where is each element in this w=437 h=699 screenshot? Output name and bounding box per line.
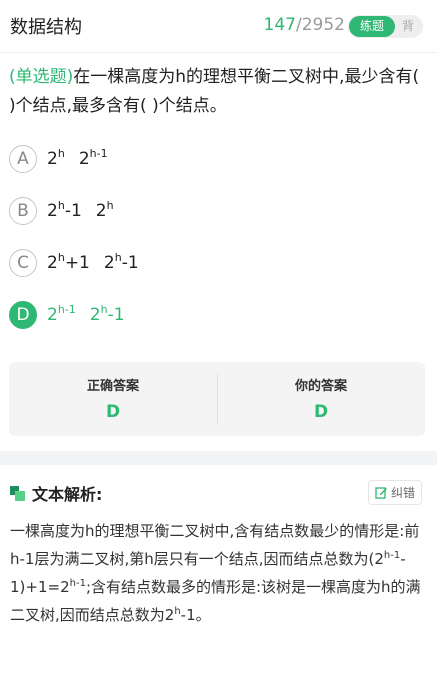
option-a[interactable]: A 2h 2h-1 [9, 133, 437, 185]
explanation-header: 文本解析: [10, 479, 427, 507]
explanation-segment: -1。 [180, 606, 211, 624]
option-text[interactable]: 2h 2h-1 [47, 147, 108, 169]
explanation-text: 一棵高度为h的理想平衡二叉树中,含有结点数最少的情形是:前h-1层为满二叉树,第… [10, 517, 427, 629]
edit-icon [375, 487, 387, 499]
option-base: 2 [47, 305, 58, 325]
page-title: 数据结构 [10, 17, 82, 38]
section-divider [0, 451, 437, 465]
option-exponent: h [114, 251, 122, 264]
option-text[interactable]: 2h-1 2h-1 [47, 303, 125, 325]
option-letter[interactable]: D [9, 301, 37, 329]
option-suffix: +1 [64, 253, 90, 273]
recite-mode-button[interactable]: 背 [402, 15, 414, 38]
your-answer-value: D [313, 402, 329, 422]
your-answer: 你的答案 D [217, 362, 425, 436]
option-base: 2 [89, 305, 101, 325]
current-index: 147 [263, 15, 296, 35]
options-list: A 2h 2h-1 B 2h-1 2h C 2h+1 2h-1 D 2h-1 2h-1 [0, 121, 437, 341]
option-suffix: -1 [121, 253, 139, 273]
option-text[interactable]: 2h+1 2h-1 [47, 251, 139, 273]
option-exponent: h [106, 199, 114, 212]
option-base: 2 [47, 149, 58, 169]
option-b[interactable]: B 2h-1 2h [9, 185, 437, 237]
your-answer-label: 你的答案 [294, 379, 347, 394]
option-letter[interactable]: C [9, 249, 37, 277]
option-base: 2 [47, 201, 58, 221]
option-suffix: -1 [64, 201, 82, 221]
option-d[interactable]: D 2h-1 2h-1 [9, 289, 437, 341]
option-letter[interactable]: A [9, 145, 37, 173]
correct-answer: 正确答案 D [9, 362, 217, 436]
report-error-button[interactable]: 纠错 [368, 480, 422, 505]
option-exponent: h [57, 147, 65, 160]
correct-answer-label: 正确答案 [86, 379, 139, 394]
option-suffix: -1 [107, 305, 125, 325]
option-exponent: h [100, 303, 108, 316]
section-marker-icon [10, 485, 25, 501]
explanation-section: 文本解析: 纠错 一棵高度为h的理想平衡二叉树中,含有结点数最少的情形是:前h-… [0, 465, 437, 699]
option-c[interactable]: C 2h+1 2h-1 [9, 237, 437, 289]
option-base: 2 [47, 253, 58, 273]
answer-summary: 正确答案 D 你的答案 D [9, 362, 425, 436]
correct-answer-value: D [105, 402, 121, 422]
progress-counter: 147/2952 [264, 15, 345, 35]
report-error-label[interactable]: 纠错 [391, 484, 415, 501]
option-exponent: h [57, 251, 65, 264]
option-text[interactable]: 2h-1 2h [47, 199, 114, 221]
option-base: 2 [103, 253, 115, 273]
explanation-exponent: h-1 [383, 550, 401, 561]
header-bar: 数据结构 147/2952 练题 背 [0, 0, 437, 53]
question-text: (单选题)在一棵高度为h的理想平衡二叉树中,最少含有( )个结点,最多含有( )… [0, 53, 437, 121]
practice-mode-button[interactable]: 练题 [349, 16, 395, 37]
option-exponent: h-1 [89, 147, 108, 160]
question-card: 数据结构 147/2952 练题 背 (单选题)在一棵高度为h的理想平衡二叉树中… [0, 0, 437, 451]
mode-toggle[interactable]: 练题 背 [348, 15, 423, 38]
option-base: 2 [78, 149, 90, 169]
explanation-title: 文本解析: [32, 485, 103, 504]
explanation-exponent: h-1 [69, 578, 86, 589]
explanation-segment: 一棵高度为h的理想平衡二叉树中,含有结点数最少的情形是:前h-1层为满二叉树,第… [10, 522, 420, 568]
option-exponent: h-1 [57, 303, 76, 316]
option-exponent: h [57, 199, 65, 212]
question-type: (单选题) [9, 67, 74, 87]
total-count: 2952 [301, 15, 345, 35]
option-letter[interactable]: B [9, 197, 37, 225]
option-base: 2 [95, 201, 107, 221]
